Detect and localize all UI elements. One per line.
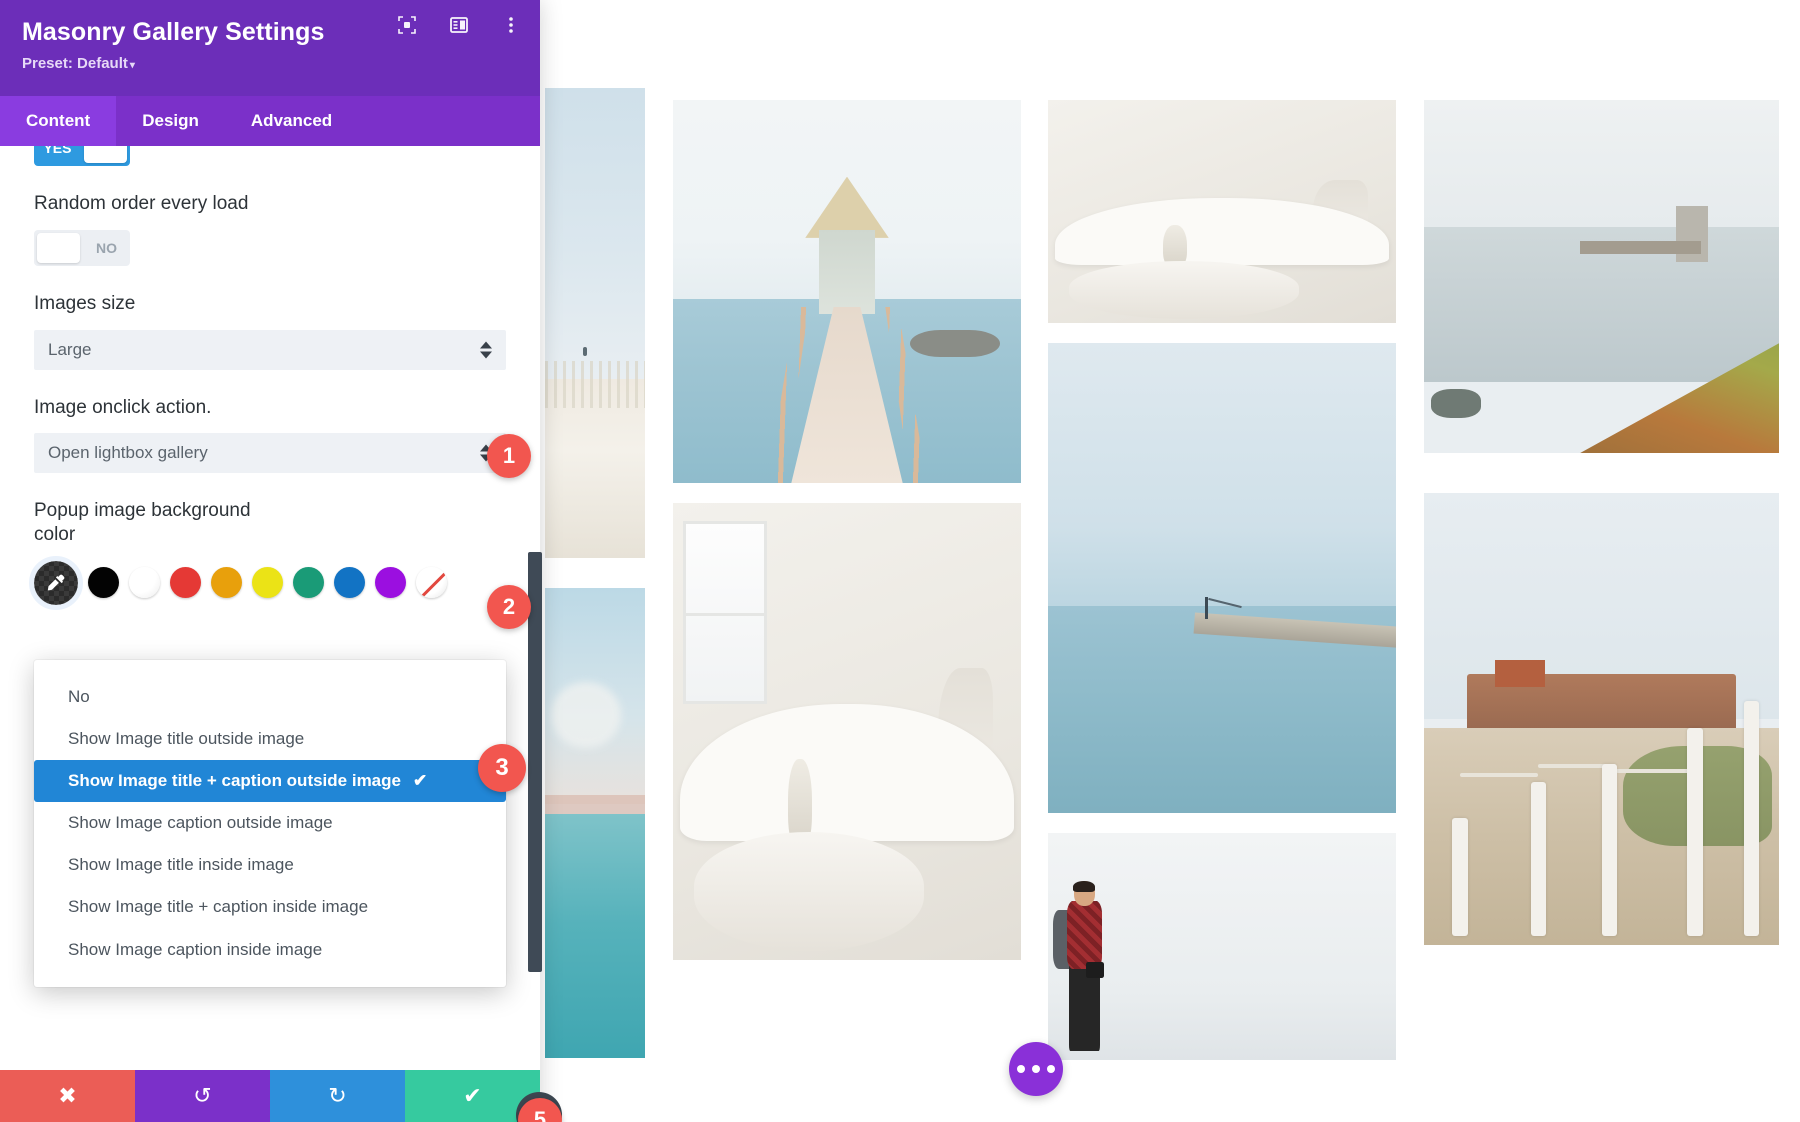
swatch-orange[interactable] bbox=[211, 567, 242, 599]
random-order-toggle[interactable]: NO bbox=[34, 229, 130, 266]
swatch-yellow[interactable] bbox=[252, 567, 283, 599]
swatch-none[interactable] bbox=[416, 567, 447, 599]
options-fab[interactable] bbox=[1009, 1042, 1063, 1096]
gallery-image-white-room[interactable] bbox=[673, 503, 1021, 960]
fab-dot bbox=[1017, 1065, 1025, 1073]
dropdown-item-label: Show Image title + caption outside image bbox=[68, 771, 401, 791]
chevron-down-icon: ▾ bbox=[129, 60, 135, 71]
select-spinner-icon bbox=[480, 341, 492, 358]
panel-header: Masonry Gallery Settings Preset: Default… bbox=[0, 0, 540, 96]
fullscreen-icon[interactable] bbox=[396, 14, 418, 36]
panel-footer: ✖ ↺ ↻ ✔ bbox=[0, 1070, 540, 1122]
preset-label: Preset: Default bbox=[22, 55, 128, 72]
images-size-value: Large bbox=[48, 339, 92, 359]
onclick-action-select[interactable]: Open lightbox gallery bbox=[34, 433, 506, 474]
random-order-label: Random order every load bbox=[34, 193, 249, 214]
gallery-image-hiker-fog[interactable] bbox=[1048, 833, 1396, 1060]
tab-design[interactable]: Design bbox=[116, 96, 225, 146]
header-icon-group bbox=[396, 14, 522, 36]
swatch-red[interactable] bbox=[170, 567, 201, 599]
gallery-image-cliff-overlook[interactable] bbox=[1424, 100, 1779, 453]
undo-button[interactable]: ↺ bbox=[135, 1070, 270, 1122]
cancel-button[interactable]: ✖ bbox=[0, 1070, 135, 1122]
dropdown-item-title-inside[interactable]: Show Image title inside image bbox=[34, 844, 506, 886]
popup-bg-color-label: Popup image background color bbox=[34, 500, 251, 545]
callout-badge-1: 1 bbox=[487, 434, 531, 478]
swatch-blue[interactable] bbox=[334, 567, 365, 599]
swatch-white[interactable] bbox=[129, 567, 160, 599]
dropdown-item-title-outside[interactable]: Show Image title outside image bbox=[34, 718, 506, 760]
screen: Masonry Gallery Settings Preset: Default… bbox=[0, 0, 1800, 1122]
gallery-image-sea-horizon[interactable] bbox=[545, 588, 645, 1058]
tab-advanced[interactable]: Advanced bbox=[225, 96, 358, 146]
fab-dot bbox=[1032, 1065, 1040, 1073]
tab-content[interactable]: Content bbox=[0, 96, 117, 146]
layout-columns-icon[interactable] bbox=[448, 14, 470, 36]
color-picker-swatch[interactable] bbox=[29, 555, 83, 610]
dropdown-item-caption-inside[interactable]: Show Image caption inside image bbox=[34, 929, 506, 971]
callout-badge-3: 3 bbox=[478, 744, 526, 792]
caption-display-dropdown: No Show Image title outside image Show I… bbox=[34, 660, 506, 987]
top-toggle[interactable]: YES bbox=[34, 146, 130, 166]
check-icon: ✔ bbox=[412, 771, 428, 791]
gallery-image-coastal-fence[interactable] bbox=[1424, 493, 1779, 945]
dropdown-item-title-caption-inside[interactable]: Show Image title + caption inside image bbox=[34, 886, 506, 928]
swatch-purple[interactable] bbox=[375, 567, 406, 599]
callout-badge-2: 2 bbox=[487, 585, 531, 629]
gallery-image-ocean-jetty[interactable] bbox=[1048, 343, 1396, 813]
swatch-green[interactable] bbox=[293, 567, 324, 599]
swatch-black[interactable] bbox=[88, 567, 119, 599]
random-order-value: NO bbox=[96, 239, 118, 256]
redo-button[interactable]: ↻ bbox=[270, 1070, 405, 1122]
images-size-select[interactable]: Large bbox=[34, 329, 506, 370]
top-toggle-label: YES bbox=[43, 146, 72, 156]
random-order-knob bbox=[37, 232, 81, 263]
color-swatch-row bbox=[29, 555, 506, 610]
masonry-gallery-settings-panel: Masonry Gallery Settings Preset: Default… bbox=[0, 0, 562, 1122]
panel-scrollbar[interactable] bbox=[528, 552, 542, 972]
gallery-image-beach-dunes[interactable] bbox=[545, 88, 645, 558]
fab-dot bbox=[1047, 1065, 1055, 1073]
top-toggle-knob bbox=[83, 146, 127, 163]
panel-tabs: Content Design Advanced bbox=[0, 96, 540, 146]
dropdown-item-caption-outside[interactable]: Show Image caption outside image bbox=[34, 802, 506, 844]
gallery-image-pier-gazebo[interactable] bbox=[673, 100, 1021, 483]
onclick-action-label: Image onclick action. bbox=[34, 396, 212, 418]
images-size-label: Images size bbox=[34, 292, 136, 314]
dropdown-item-no[interactable]: No bbox=[34, 676, 506, 718]
gallery-image-white-lounge[interactable] bbox=[1048, 100, 1396, 323]
more-vertical-icon[interactable] bbox=[500, 14, 522, 36]
onclick-action-value: Open lightbox gallery bbox=[48, 443, 208, 463]
preset-selector[interactable]: Preset: Default ▾ bbox=[22, 55, 518, 72]
dropdown-item-title-caption-outside[interactable]: Show Image title + caption outside image… bbox=[34, 760, 506, 803]
